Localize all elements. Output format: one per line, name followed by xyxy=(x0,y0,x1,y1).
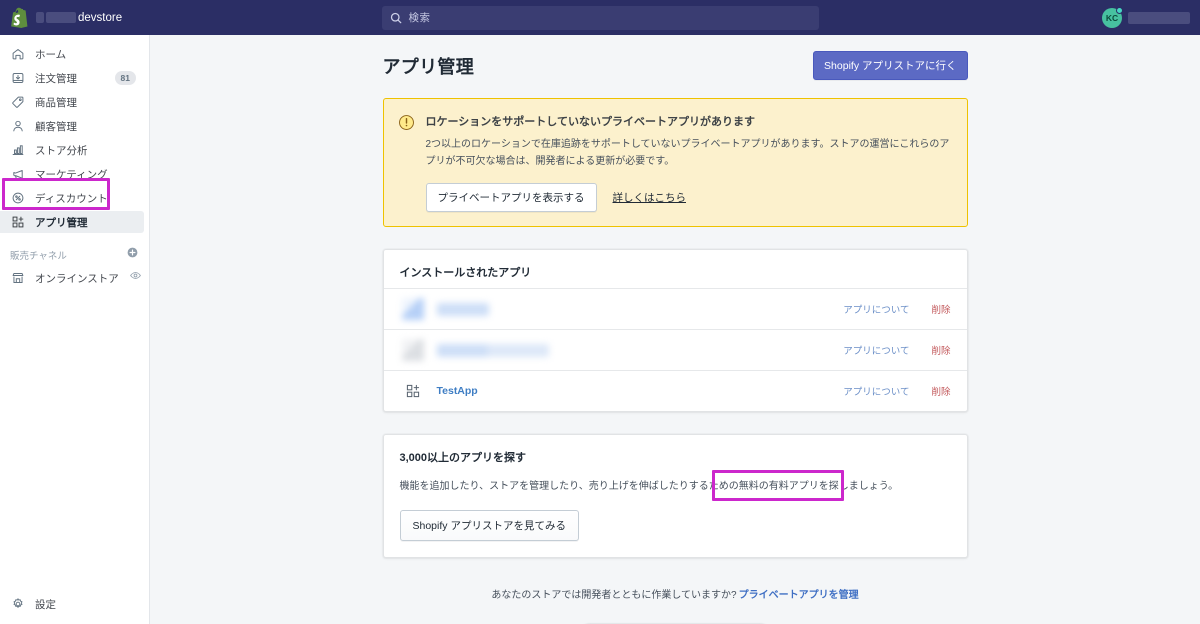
sidebar-footer: 設定 xyxy=(0,592,149,624)
visit-app-store-button[interactable]: Shopify アプリストアを見てみる xyxy=(399,510,579,541)
app-name-redacted xyxy=(436,343,549,357)
sidebar-item-customers[interactable]: 顧客管理 xyxy=(0,115,144,137)
shopify-admin-window: devstore 検索 KC ホーム 注文管理 81 商品管理 顧客管理 ストア… xyxy=(0,0,1200,624)
plus-circle-icon[interactable] xyxy=(126,246,139,264)
go-to-app-store-button[interactable]: Shopify アプリストアに行く xyxy=(813,51,968,80)
about-app-link[interactable]: アプリについて xyxy=(843,384,909,398)
sidebar-item-home[interactable]: ホーム xyxy=(0,43,144,65)
sidebar-item-analytics[interactable]: ストア分析 xyxy=(0,139,144,161)
discount-icon xyxy=(10,191,25,206)
discover-title: 3,000以上のアプリを探す xyxy=(399,452,527,464)
person-icon xyxy=(10,119,25,134)
sidebar-item-label: マーケティング xyxy=(35,168,108,181)
sidebar-item-apps[interactable]: アプリ管理 xyxy=(0,211,144,233)
sidebar-item-orders[interactable]: 注文管理 81 xyxy=(0,67,144,89)
installed-apps-card: インストールされたアプリ アプリについて 削除 アプリについて 削除 TestA… xyxy=(382,249,968,412)
store-name-suffix: devstore xyxy=(78,11,123,24)
banner-actions: プライベートアプリを表示する 詳しくはこちら xyxy=(425,183,951,212)
sidebar-item-label: アプリ管理 xyxy=(35,216,88,229)
delete-app-link[interactable]: 削除 xyxy=(931,302,950,316)
gear-icon xyxy=(10,597,25,612)
learn-more-link[interactable]: 詳しくはこちら xyxy=(613,190,687,205)
private-apps-warning-banner: ロケーションをサポートしていないプライベートアプリがあります 2つ以上のロケーシ… xyxy=(382,98,968,227)
sidebar-item-label: 顧客管理 xyxy=(35,120,77,133)
sidebar-item-label: 注文管理 xyxy=(35,72,77,85)
discover-description: 機能を追加したり、ストアを管理したり、売り上げを伸ばしたりするための無料の有料ア… xyxy=(399,481,899,492)
apps-icon xyxy=(10,215,25,230)
search-placeholder: 検索 xyxy=(408,12,431,24)
search-icon xyxy=(390,12,401,23)
sidebar-item-online-store[interactable]: オンラインストア xyxy=(0,267,144,289)
banner-text: 2つ以上のロケーションで在庫追跡をサポートしていないプライベートアプリがあります… xyxy=(425,139,950,167)
main-content: アプリ管理 Shopify アプリストアに行く ロケーションをサポートしていない… xyxy=(150,35,1200,624)
app-icon-redacted xyxy=(401,298,424,320)
sidebar-section-sales-channels: 販売チャネル xyxy=(0,244,149,266)
banner-title: ロケーションをサポートしていないプライベートアプリがあります xyxy=(425,116,755,128)
show-private-apps-button[interactable]: プライベートアプリを表示する xyxy=(425,183,597,212)
store-name-redacted-prefix xyxy=(36,12,44,23)
storefront-icon xyxy=(10,271,25,286)
sidebar-item-settings[interactable]: 設定 xyxy=(0,593,144,615)
discover-apps-card: 3,000以上のアプリを探す 機能を追加したり、ストアを管理したり、売り上げを伸… xyxy=(382,434,968,558)
sidebar-item-label: ストア分析 xyxy=(35,144,88,157)
sidebar-item-products[interactable]: 商品管理 xyxy=(0,91,144,113)
top-bar-account[interactable]: KC xyxy=(1050,6,1200,28)
sidebar-item-label: 商品管理 xyxy=(35,96,77,109)
body: ホーム 注文管理 81 商品管理 顧客管理 ストア分析 マーケティング ディスカ… xyxy=(0,35,1200,624)
orders-inbox-icon xyxy=(10,71,25,86)
top-bar-brand[interactable]: devstore xyxy=(0,7,150,28)
sidebar-item-label: オンラインストア xyxy=(35,272,119,285)
app-icon-redacted xyxy=(401,339,424,361)
store-name: devstore xyxy=(36,12,122,24)
megaphone-icon xyxy=(10,167,25,182)
store-name-redacted-mid xyxy=(46,12,76,23)
installed-apps-title: インストールされたアプリ xyxy=(399,267,532,279)
page-header: アプリ管理 Shopify アプリストアに行く xyxy=(383,51,968,80)
sidebar-section-label: 販売チャネル xyxy=(10,251,67,262)
manage-private-apps-link[interactable]: プライベートアプリを管理 xyxy=(739,590,859,601)
table-row[interactable]: アプリについて 削除 xyxy=(383,329,967,370)
search-input[interactable]: 検索 xyxy=(381,5,819,30)
home-icon xyxy=(10,47,25,62)
about-app-link[interactable]: アプリについて xyxy=(843,302,909,316)
delete-app-link[interactable]: 削除 xyxy=(931,384,950,398)
app-name-redacted xyxy=(436,302,489,316)
sidebar-item-label: 設定 xyxy=(35,598,56,611)
sidebar-item-marketing[interactable]: マーケティング xyxy=(0,163,144,185)
page-title: アプリ管理 xyxy=(382,56,474,77)
account-name-redacted xyxy=(1128,11,1190,24)
sidebar: ホーム 注文管理 81 商品管理 顧客管理 ストア分析 マーケティング ディスカ… xyxy=(0,35,150,624)
top-bar: devstore 検索 KC xyxy=(0,0,1200,35)
developer-line: あなたのストアでは開発者とともに作業していますか? プライベートアプリを管理 xyxy=(383,580,968,601)
developer-question-text: あなたのストアでは開発者とともに作業していますか? xyxy=(491,590,737,601)
table-row[interactable]: アプリについて 削除 xyxy=(383,288,967,329)
top-bar-search-area: 検索 xyxy=(150,5,1050,30)
orders-badge: 81 xyxy=(114,71,136,85)
about-app-link[interactable]: アプリについて xyxy=(843,343,909,357)
sidebar-item-discounts[interactable]: ディスカウント xyxy=(0,187,144,209)
shopify-logo xyxy=(10,7,29,28)
sidebar-item-label: ディスカウント xyxy=(35,192,108,205)
app-name-link[interactable]: TestApp xyxy=(437,385,478,397)
sidebar-item-label: ホーム xyxy=(35,48,67,61)
bar-chart-icon xyxy=(10,143,25,158)
avatar[interactable]: KC xyxy=(1102,6,1123,28)
eye-icon[interactable] xyxy=(129,269,142,287)
warning-icon xyxy=(398,113,416,212)
apps-icon xyxy=(402,380,424,402)
tag-icon xyxy=(10,95,25,110)
delete-app-link[interactable]: 削除 xyxy=(931,343,950,357)
table-row[interactable]: TestApp アプリについて 削除 xyxy=(383,370,967,411)
